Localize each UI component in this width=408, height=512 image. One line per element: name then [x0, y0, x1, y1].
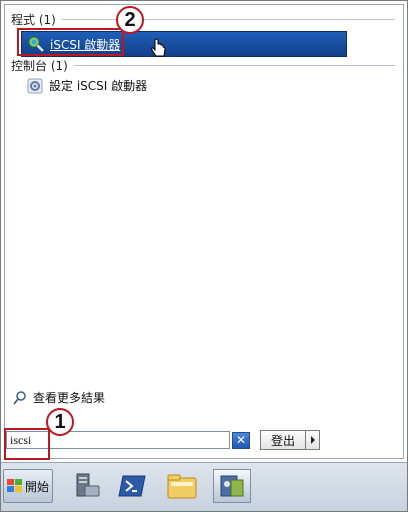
callout-2-badge: 2 — [116, 6, 144, 34]
server-manager-icon — [76, 473, 100, 497]
start-label: 開始 — [24, 479, 49, 494]
hand-cursor-icon — [151, 38, 166, 57]
logoff-label: 登出 — [270, 433, 295, 448]
start-menu: 程式 (1) iSCSI 啟動器 控制台 (1) 設定 iSCSI 啟動器 查看… — [4, 4, 404, 459]
control-panel-result-configure-iscsi[interactable]: 設定 iSCSI 啟動器 — [27, 77, 147, 94]
start-button[interactable]: 開始 — [3, 469, 53, 503]
clear-icon: ✕ — [235, 433, 247, 447]
callout-1-box — [4, 428, 50, 460]
taskbar-admin-tools[interactable] — [213, 469, 251, 503]
control-panel-result-label: 設定 iSCSI 啟動器 — [49, 79, 148, 93]
shutdown-options-button[interactable] — [306, 430, 320, 450]
divider — [73, 65, 395, 66]
taskbar: 開始 — [1, 462, 407, 511]
taskbar-explorer[interactable] — [163, 469, 201, 503]
callout-1-badge: 1 — [46, 408, 74, 436]
tools-icon — [220, 475, 244, 497]
programs-group-header: 程式 (1) — [11, 11, 395, 28]
control-panel-group-header: 控制台 (1) — [11, 57, 395, 74]
callout-2-box — [17, 28, 124, 56]
taskbar-powershell[interactable] — [113, 469, 151, 503]
windows-logo-icon — [6, 479, 22, 492]
see-more-results-link[interactable]: 查看更多結果 — [13, 389, 105, 406]
powershell-icon — [118, 475, 146, 497]
logoff-button[interactable]: 登出 — [260, 430, 306, 450]
clear-search-button[interactable]: ✕ — [232, 432, 250, 449]
see-more-label: 查看更多結果 — [33, 391, 106, 405]
control-panel-icon — [27, 78, 43, 93]
explorer-icon — [167, 474, 197, 499]
search-icon — [13, 390, 26, 405]
taskbar-server-manager[interactable] — [67, 469, 105, 503]
divider — [61, 19, 395, 20]
